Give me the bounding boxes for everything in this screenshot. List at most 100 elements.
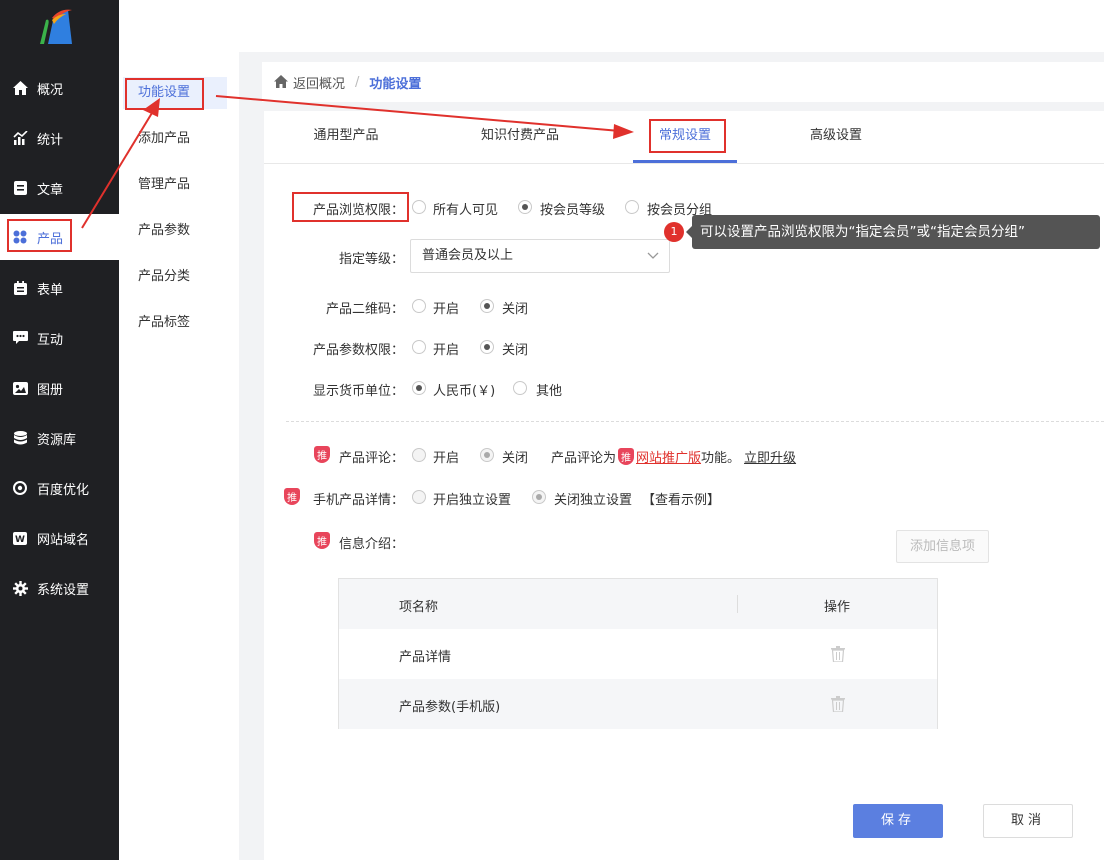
- mobile-independent-on-radio[interactable]: [412, 490, 426, 504]
- tab-advanced-settings[interactable]: 高级设置: [786, 125, 886, 161]
- table-header-action: 操作: [824, 600, 851, 615]
- nav-item-album[interactable]: 图册: [0, 365, 119, 411]
- annotation-box-general-tab: [649, 119, 726, 153]
- subnav-item-product-tags[interactable]: 产品标签: [123, 307, 227, 339]
- qrcode-on-radio[interactable]: [412, 299, 426, 313]
- tab-general-product[interactable]: 通用型产品: [286, 125, 406, 161]
- info-items-table: 项名称 操作 产品详情 产品参数(手机版): [338, 578, 938, 729]
- promo-badge-icon: 推: [314, 532, 330, 549]
- promo-version-link[interactable]: 网站推广版: [636, 447, 701, 466]
- nav-label: 系统设置: [37, 582, 90, 598]
- browse-all-radio[interactable]: [412, 200, 426, 214]
- nav-item-overview[interactable]: 概况: [0, 65, 119, 111]
- subnav-item-product-params[interactable]: 产品参数: [123, 215, 227, 247]
- nav-item-article[interactable]: 文章: [0, 165, 119, 211]
- nav-label: 资源库: [37, 432, 77, 448]
- article-icon: [12, 180, 28, 196]
- comment-off-radio[interactable]: [480, 448, 494, 462]
- currency-label: 显示货币单位：: [312, 384, 404, 399]
- nav-item-resource[interactable]: 资源库: [0, 415, 119, 461]
- trash-icon[interactable]: [831, 646, 845, 662]
- tab-knowledge-product[interactable]: 知识付费产品: [460, 125, 580, 161]
- table-header-row: 项名称 操作: [339, 579, 937, 629]
- browse-group-radio[interactable]: [625, 200, 639, 214]
- gear-icon: [12, 580, 28, 596]
- browse-all-label[interactable]: 所有人可见: [433, 199, 498, 218]
- trash-icon[interactable]: [831, 696, 845, 712]
- comment-note-suffix: 功能。: [701, 451, 741, 466]
- breadcrumb-back-link[interactable]: 返回概况: [293, 73, 345, 92]
- annotation-box-browse-permission: [292, 192, 409, 222]
- nav-label: 图册: [37, 382, 64, 398]
- main-sidebar: 概况 统计 文章 产品 表单 互动 图册 资源库 百度优化 W 网站域名 系统设…: [0, 0, 119, 860]
- level-label: 指定等级：: [338, 252, 404, 267]
- breadcrumb-current: 功能设置: [369, 76, 422, 92]
- browse-level-label[interactable]: 按会员等级: [540, 199, 605, 218]
- sub-sidebar: 功能设置 添加产品 管理产品 产品参数 产品分类 产品标签: [119, 52, 239, 860]
- info-intro-label: 信息介绍：: [338, 537, 404, 552]
- table-row: 产品详情: [339, 629, 937, 679]
- currency-rmb-radio[interactable]: [412, 381, 426, 395]
- nav-item-domain[interactable]: W 网站域名: [0, 515, 119, 561]
- album-icon: [12, 380, 28, 396]
- qrcode-off-radio[interactable]: [480, 299, 494, 313]
- nav-label: 概况: [37, 82, 64, 98]
- subnav-item-add-product[interactable]: 添加产品: [123, 123, 227, 155]
- nav-item-form[interactable]: 表单: [0, 265, 119, 311]
- comment-on-radio[interactable]: [412, 448, 426, 462]
- level-select-value: 普通会员及以上: [422, 248, 514, 263]
- seo-icon: [12, 480, 28, 496]
- comment-upgrade-note: 产品评论为 推 网站推广版 功能。 立即升级: [551, 447, 796, 466]
- view-example-link[interactable]: 【查看示例】: [642, 489, 720, 508]
- param-off-radio[interactable]: [480, 340, 494, 354]
- qrcode-off-label[interactable]: 关闭: [502, 298, 528, 317]
- param-on-label[interactable]: 开启: [433, 339, 459, 358]
- nav-item-stats[interactable]: 统计: [0, 115, 119, 161]
- qrcode-on-label[interactable]: 开启: [433, 298, 459, 317]
- save-button[interactable]: 保存: [853, 804, 943, 838]
- chat-icon: [12, 330, 28, 346]
- comment-off-label[interactable]: 关闭: [502, 447, 528, 466]
- upgrade-link[interactable]: 立即升级: [744, 447, 796, 466]
- annotation-box-product-nav: [7, 219, 72, 252]
- column-divider: [737, 595, 738, 613]
- logo-icon: [40, 9, 72, 44]
- currency-other-radio[interactable]: [513, 381, 527, 395]
- param-off-label[interactable]: 关闭: [502, 339, 528, 358]
- browse-level-radio[interactable]: [518, 200, 532, 214]
- param-on-radio[interactable]: [412, 340, 426, 354]
- qrcode-label: 产品二维码：: [325, 302, 404, 317]
- breadcrumb: 返回概况 / 功能设置: [262, 62, 1104, 102]
- tab-divider: [264, 163, 1104, 164]
- promo-badge-icon: 推: [314, 446, 330, 463]
- subnav-item-manage-product[interactable]: 管理产品: [123, 169, 227, 201]
- cancel-button[interactable]: 取消: [983, 804, 1073, 838]
- nav-label: 统计: [37, 132, 64, 148]
- nav-label: 文章: [37, 182, 64, 198]
- promo-badge-icon: 推: [284, 488, 300, 505]
- nav-item-settings[interactable]: 系统设置: [0, 565, 119, 611]
- comment-note-prefix: 产品评论为: [551, 451, 617, 466]
- tooltip-number-badge: 1: [664, 222, 684, 242]
- nav-item-seo[interactable]: 百度优化: [0, 465, 119, 511]
- mobile-independent-off-radio[interactable]: [532, 490, 546, 504]
- mobile-independent-on-label[interactable]: 开启独立设置: [433, 489, 511, 508]
- table-row: 产品参数(手机版): [339, 679, 937, 729]
- nav-item-interact[interactable]: 互动: [0, 315, 119, 361]
- add-info-item-button[interactable]: 添加信息项: [896, 530, 989, 563]
- comment-on-label[interactable]: 开启: [433, 447, 459, 466]
- section-divider: [286, 421, 1104, 422]
- breadcrumb-separator: /: [355, 74, 360, 90]
- subnav-item-product-category[interactable]: 产品分类: [123, 261, 227, 293]
- database-icon: [12, 430, 28, 446]
- top-bar: [119, 0, 1104, 52]
- currency-other-label[interactable]: 其他: [536, 380, 562, 399]
- param-permission-label: 产品参数权限：: [312, 343, 404, 358]
- domain-icon: W: [12, 530, 28, 546]
- nav-label: 百度优化: [37, 482, 90, 498]
- mobile-independent-off-label[interactable]: 关闭独立设置: [554, 489, 632, 508]
- hint-tooltip: 可以设置产品浏览权限为“指定会员”或“指定会员分组”: [692, 215, 1100, 249]
- currency-rmb-label[interactable]: 人民币(￥): [433, 380, 495, 399]
- level-select[interactable]: 普通会员及以上: [410, 239, 670, 273]
- form-icon: [12, 280, 28, 296]
